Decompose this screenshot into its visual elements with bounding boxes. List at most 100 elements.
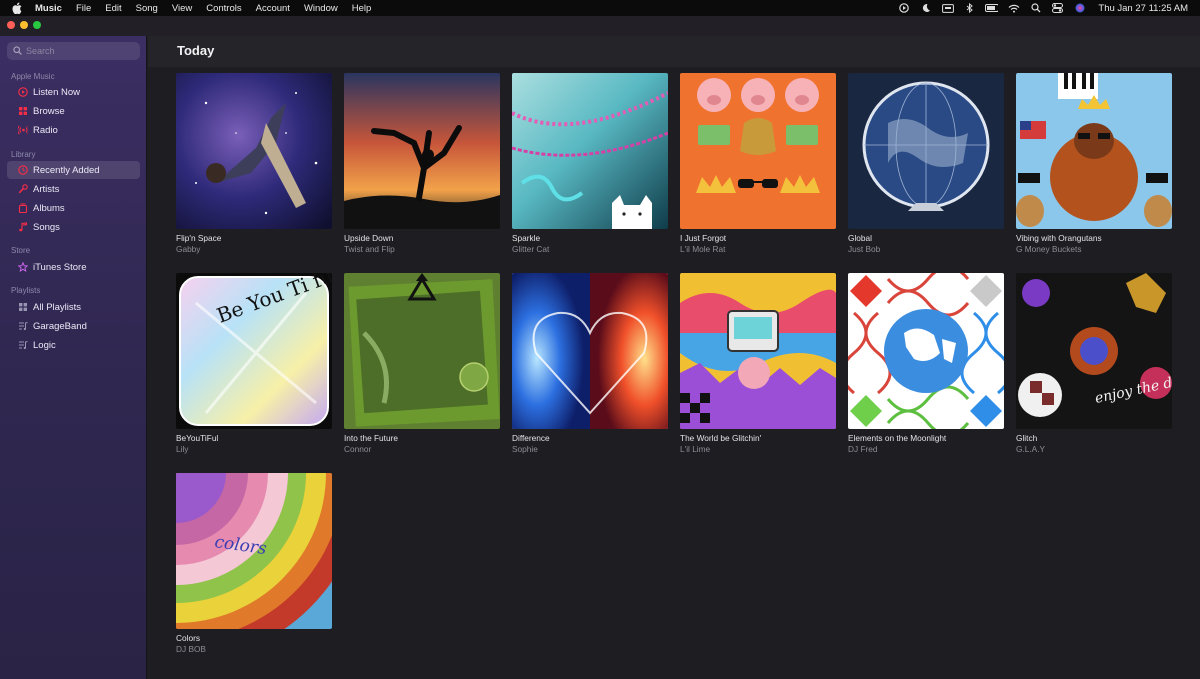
bluetooth-icon[interactable] (963, 3, 976, 13)
album-card[interactable]: enjoy the day Glitch G.L.A.Y (1016, 273, 1172, 454)
album-title[interactable]: Into the Future (344, 433, 500, 443)
album-title[interactable]: Difference (512, 433, 668, 443)
album-card[interactable]: Into the Future Connor (344, 273, 500, 454)
album-artist[interactable]: Just Bob (848, 244, 1004, 254)
sidebar-item-all-playlists[interactable]: All Playlists (7, 298, 140, 316)
display-icon[interactable] (941, 3, 954, 13)
control-center-icon[interactable] (1051, 3, 1064, 13)
sidebar-item-artists[interactable]: Artists (7, 180, 140, 198)
album-artwork[interactable] (176, 73, 332, 229)
sidebar-item-albums[interactable]: Albums (7, 199, 140, 217)
siri-icon[interactable] (1073, 3, 1086, 13)
album-artist[interactable]: Lily (176, 444, 332, 454)
album-title[interactable]: Upside Down (344, 233, 500, 243)
sidebar-item-label: Logic (33, 339, 56, 351)
album-title[interactable]: Sparkle (512, 233, 668, 243)
spotlight-search-icon[interactable] (1029, 3, 1042, 13)
album-title[interactable]: The World be Glitchin' (680, 433, 836, 443)
album-artwork[interactable]: colors (176, 473, 332, 629)
album-title[interactable]: Vibing with Orangutans (1016, 233, 1172, 243)
page-title: Today (177, 43, 215, 58)
album-title[interactable]: Elements on the Moonlight (848, 433, 1004, 443)
star-icon (18, 262, 28, 272)
menu-app-name[interactable]: Music (35, 3, 62, 14)
sidebar-item-logic[interactable]: Logic (7, 336, 140, 354)
album-artwork[interactable]: Be You Ti ful (176, 273, 332, 429)
album-card[interactable]: colors Colors DJ BOB (176, 473, 332, 654)
wifi-icon[interactable] (1007, 3, 1020, 13)
battery-icon[interactable] (985, 3, 999, 13)
section-title-apple-music: Apple Music (11, 72, 55, 81)
menu-account[interactable]: Account (256, 3, 290, 14)
sidebar-item-radio[interactable]: Radio (7, 121, 140, 139)
album-artwork[interactable] (344, 73, 500, 229)
album-title[interactable]: Flip'n Space (176, 233, 332, 243)
album-card[interactable]: The World be Glitchin' L'il Lime (680, 273, 836, 454)
album-title[interactable]: Glitch (1016, 433, 1172, 443)
menu-window[interactable]: Window (304, 3, 338, 14)
album-card[interactable]: Global Just Bob (848, 73, 1004, 254)
album-artwork[interactable] (512, 73, 668, 229)
album-artist[interactable]: DJ Fred (848, 444, 1004, 454)
menu-file[interactable]: File (76, 3, 91, 14)
sidebar-item-garageband[interactable]: GarageBand (7, 317, 140, 335)
album-card[interactable]: Sparkle Glitter Cat (512, 73, 668, 254)
sidebar-item-label: Recently Added (33, 164, 100, 176)
window-minimize-button[interactable] (20, 21, 28, 29)
sidebar-item-label: iTunes Store (33, 261, 87, 273)
album-artist[interactable]: L'il Mole Rat (680, 244, 836, 254)
sidebar-item-label: Browse (33, 105, 65, 117)
sidebar-item-itunes-store[interactable]: iTunes Store (7, 258, 140, 276)
menubar-clock[interactable]: Thu Jan 27 11:25 AM (1098, 3, 1188, 14)
album-card[interactable]: I Just Forgot L'il Mole Rat (680, 73, 836, 254)
album-title[interactable]: Global (848, 233, 1004, 243)
album-artwork[interactable] (848, 73, 1004, 229)
window-close-button[interactable] (7, 21, 15, 29)
menu-song[interactable]: Song (136, 3, 158, 14)
search-field[interactable] (7, 42, 140, 60)
album-card[interactable]: Be You Ti ful BeYouTiFul Lily (176, 273, 332, 454)
status-area: Thu Jan 27 11:25 AM (897, 0, 1188, 16)
search-icon (13, 42, 22, 60)
album-artist[interactable]: Sophie (512, 444, 668, 454)
window-zoom-button[interactable] (33, 21, 41, 29)
album-title[interactable]: Colors (176, 633, 332, 643)
menu-controls[interactable]: Controls (206, 3, 241, 14)
album-artist[interactable]: G Money Buckets (1016, 244, 1172, 254)
album-artwork[interactable] (1016, 73, 1172, 229)
album-artwork[interactable] (680, 73, 836, 229)
sidebar-item-songs[interactable]: Songs (7, 218, 140, 236)
sidebar-item-browse[interactable]: Browse (7, 102, 140, 120)
sidebar-item-listen-now[interactable]: Listen Now (7, 83, 140, 101)
album-artwork[interactable] (680, 273, 836, 429)
menu-edit[interactable]: Edit (105, 3, 121, 14)
menu-bar: Music File Edit Song View Controls Accou… (0, 0, 1200, 16)
album-card[interactable]: Elements on the Moonlight DJ Fred (848, 273, 1004, 454)
album-artwork[interactable] (512, 273, 668, 429)
album-artist[interactable]: DJ BOB (176, 644, 332, 654)
album-artwork[interactable] (344, 273, 500, 429)
album-card[interactable]: Difference Sophie (512, 273, 668, 454)
album-artist[interactable]: L'il Lime (680, 444, 836, 454)
sidebar-item-label: Songs (33, 221, 60, 233)
sidebar-item-recently-added[interactable]: Recently Added (7, 161, 140, 179)
apple-menu-icon[interactable] (12, 2, 26, 14)
album-artist[interactable]: Connor (344, 444, 500, 454)
album-title[interactable]: BeYouTiFul (176, 433, 332, 443)
play-status-icon[interactable] (897, 3, 910, 13)
main-content: Today Flip'n Space Gabby Upside Down Twi… (148, 36, 1200, 679)
album-card[interactable]: Upside Down Twist and Flip (344, 73, 500, 254)
album-artist[interactable]: G.L.A.Y (1016, 444, 1172, 454)
album-artist[interactable]: Twist and Flip (344, 244, 500, 254)
album-artwork[interactable]: enjoy the day (1016, 273, 1172, 429)
album-card[interactable]: Flip'n Space Gabby (176, 73, 332, 254)
search-input[interactable] (26, 46, 136, 56)
menu-view[interactable]: View (172, 3, 192, 14)
focus-moon-icon[interactable] (919, 3, 932, 13)
menu-help[interactable]: Help (352, 3, 372, 14)
album-artist[interactable]: Gabby (176, 244, 332, 254)
album-title[interactable]: I Just Forgot (680, 233, 836, 243)
album-card[interactable]: Vibing with Orangutans G Money Buckets (1016, 73, 1172, 254)
album-artwork[interactable] (848, 273, 1004, 429)
album-artist[interactable]: Glitter Cat (512, 244, 668, 254)
